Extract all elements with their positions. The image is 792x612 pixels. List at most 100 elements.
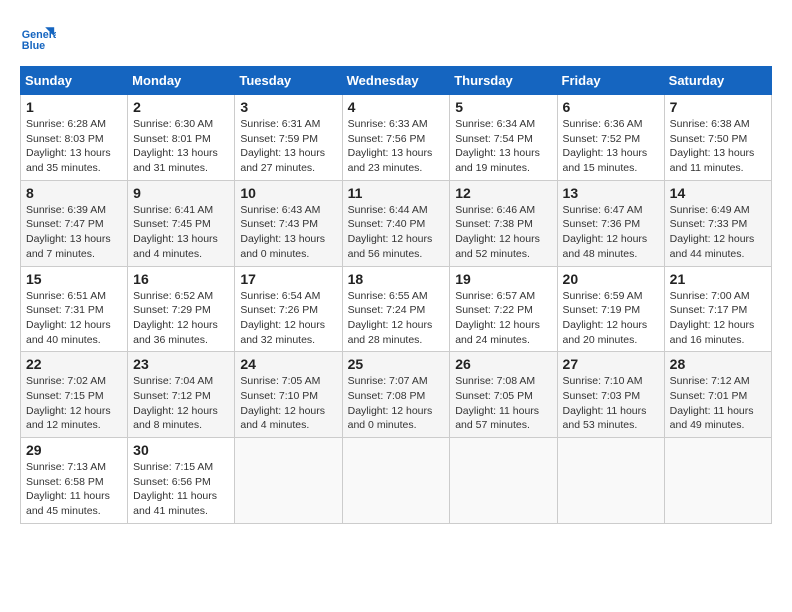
logo: General Blue [20,20,62,56]
day-number: 14 [670,185,766,201]
calendar-cell: 4 Sunrise: 6:33 AM Sunset: 7:56 PM Dayli… [342,95,450,181]
logo-icon: General Blue [20,20,56,56]
day-number: 13 [563,185,659,201]
day-info: Sunrise: 7:15 AM Sunset: 6:56 PM Dayligh… [133,460,229,519]
calendar-cell: 24 Sunrise: 7:05 AM Sunset: 7:10 PM Dayl… [235,352,342,438]
day-number: 8 [26,185,122,201]
calendar-cell: 11 Sunrise: 6:44 AM Sunset: 7:40 PM Dayl… [342,180,450,266]
day-number: 21 [670,271,766,287]
day-info: Sunrise: 6:38 AM Sunset: 7:50 PM Dayligh… [670,117,766,176]
day-number: 11 [348,185,445,201]
weekday-header-friday: Friday [557,67,664,95]
calendar-cell: 9 Sunrise: 6:41 AM Sunset: 7:45 PM Dayli… [128,180,235,266]
calendar-cell: 22 Sunrise: 7:02 AM Sunset: 7:15 PM Dayl… [21,352,128,438]
day-number: 29 [26,442,122,458]
day-number: 5 [455,99,551,115]
day-info: Sunrise: 7:05 AM Sunset: 7:10 PM Dayligh… [240,374,336,433]
day-number: 9 [133,185,229,201]
day-info: Sunrise: 6:28 AM Sunset: 8:03 PM Dayligh… [26,117,122,176]
calendar-cell: 26 Sunrise: 7:08 AM Sunset: 7:05 PM Dayl… [450,352,557,438]
calendar-cell: 5 Sunrise: 6:34 AM Sunset: 7:54 PM Dayli… [450,95,557,181]
day-info: Sunrise: 6:39 AM Sunset: 7:47 PM Dayligh… [26,203,122,262]
calendar-cell: 30 Sunrise: 7:15 AM Sunset: 6:56 PM Dayl… [128,438,235,524]
day-info: Sunrise: 6:36 AM Sunset: 7:52 PM Dayligh… [563,117,659,176]
day-info: Sunrise: 6:51 AM Sunset: 7:31 PM Dayligh… [26,289,122,348]
day-info: Sunrise: 6:44 AM Sunset: 7:40 PM Dayligh… [348,203,445,262]
calendar-cell: 2 Sunrise: 6:30 AM Sunset: 8:01 PM Dayli… [128,95,235,181]
calendar-cell: 20 Sunrise: 6:59 AM Sunset: 7:19 PM Dayl… [557,266,664,352]
day-info: Sunrise: 7:12 AM Sunset: 7:01 PM Dayligh… [670,374,766,433]
day-number: 2 [133,99,229,115]
calendar-cell: 12 Sunrise: 6:46 AM Sunset: 7:38 PM Dayl… [450,180,557,266]
calendar-cell: 18 Sunrise: 6:55 AM Sunset: 7:24 PM Dayl… [342,266,450,352]
day-number: 19 [455,271,551,287]
day-info: Sunrise: 7:00 AM Sunset: 7:17 PM Dayligh… [670,289,766,348]
day-number: 24 [240,356,336,372]
day-info: Sunrise: 6:31 AM Sunset: 7:59 PM Dayligh… [240,117,336,176]
day-info: Sunrise: 6:55 AM Sunset: 7:24 PM Dayligh… [348,289,445,348]
day-number: 23 [133,356,229,372]
day-number: 4 [348,99,445,115]
day-info: Sunrise: 7:04 AM Sunset: 7:12 PM Dayligh… [133,374,229,433]
day-info: Sunrise: 7:13 AM Sunset: 6:58 PM Dayligh… [26,460,122,519]
day-info: Sunrise: 6:49 AM Sunset: 7:33 PM Dayligh… [670,203,766,262]
calendar-cell: 25 Sunrise: 7:07 AM Sunset: 7:08 PM Dayl… [342,352,450,438]
day-number: 1 [26,99,122,115]
calendar-cell: 17 Sunrise: 6:54 AM Sunset: 7:26 PM Dayl… [235,266,342,352]
calendar-cell: 15 Sunrise: 6:51 AM Sunset: 7:31 PM Dayl… [21,266,128,352]
calendar-cell: 13 Sunrise: 6:47 AM Sunset: 7:36 PM Dayl… [557,180,664,266]
calendar-cell: 8 Sunrise: 6:39 AM Sunset: 7:47 PM Dayli… [21,180,128,266]
page-header: General Blue [20,20,772,56]
calendar-cell: 14 Sunrise: 6:49 AM Sunset: 7:33 PM Dayl… [664,180,771,266]
day-info: Sunrise: 6:33 AM Sunset: 7:56 PM Dayligh… [348,117,445,176]
calendar-cell [557,438,664,524]
day-number: 12 [455,185,551,201]
weekday-header-thursday: Thursday [450,67,557,95]
svg-text:Blue: Blue [22,40,45,52]
day-number: 10 [240,185,336,201]
calendar-cell: 16 Sunrise: 6:52 AM Sunset: 7:29 PM Dayl… [128,266,235,352]
day-info: Sunrise: 6:52 AM Sunset: 7:29 PM Dayligh… [133,289,229,348]
weekday-header-tuesday: Tuesday [235,67,342,95]
day-info: Sunrise: 6:54 AM Sunset: 7:26 PM Dayligh… [240,289,336,348]
calendar-cell: 19 Sunrise: 6:57 AM Sunset: 7:22 PM Dayl… [450,266,557,352]
day-number: 17 [240,271,336,287]
day-info: Sunrise: 7:02 AM Sunset: 7:15 PM Dayligh… [26,374,122,433]
calendar-cell: 21 Sunrise: 7:00 AM Sunset: 7:17 PM Dayl… [664,266,771,352]
day-info: Sunrise: 6:59 AM Sunset: 7:19 PM Dayligh… [563,289,659,348]
day-info: Sunrise: 7:07 AM Sunset: 7:08 PM Dayligh… [348,374,445,433]
calendar-cell: 29 Sunrise: 7:13 AM Sunset: 6:58 PM Dayl… [21,438,128,524]
weekday-header-sunday: Sunday [21,67,128,95]
day-info: Sunrise: 6:34 AM Sunset: 7:54 PM Dayligh… [455,117,551,176]
day-number: 22 [26,356,122,372]
day-number: 25 [348,356,445,372]
day-number: 18 [348,271,445,287]
day-number: 6 [563,99,659,115]
weekday-header-saturday: Saturday [664,67,771,95]
day-info: Sunrise: 6:41 AM Sunset: 7:45 PM Dayligh… [133,203,229,262]
calendar-cell [342,438,450,524]
day-number: 26 [455,356,551,372]
weekday-header-monday: Monday [128,67,235,95]
calendar-table: SundayMondayTuesdayWednesdayThursdayFrid… [20,66,772,524]
calendar-cell: 7 Sunrise: 6:38 AM Sunset: 7:50 PM Dayli… [664,95,771,181]
day-number: 27 [563,356,659,372]
calendar-cell: 28 Sunrise: 7:12 AM Sunset: 7:01 PM Dayl… [664,352,771,438]
calendar-cell [450,438,557,524]
calendar-cell: 27 Sunrise: 7:10 AM Sunset: 7:03 PM Dayl… [557,352,664,438]
day-info: Sunrise: 6:57 AM Sunset: 7:22 PM Dayligh… [455,289,551,348]
calendar-cell: 1 Sunrise: 6:28 AM Sunset: 8:03 PM Dayli… [21,95,128,181]
calendar-cell: 3 Sunrise: 6:31 AM Sunset: 7:59 PM Dayli… [235,95,342,181]
calendar-cell: 6 Sunrise: 6:36 AM Sunset: 7:52 PM Dayli… [557,95,664,181]
day-number: 16 [133,271,229,287]
weekday-header-wednesday: Wednesday [342,67,450,95]
calendar-cell: 23 Sunrise: 7:04 AM Sunset: 7:12 PM Dayl… [128,352,235,438]
day-number: 15 [26,271,122,287]
day-number: 28 [670,356,766,372]
calendar-cell [235,438,342,524]
day-number: 20 [563,271,659,287]
day-info: Sunrise: 7:08 AM Sunset: 7:05 PM Dayligh… [455,374,551,433]
day-number: 7 [670,99,766,115]
day-number: 3 [240,99,336,115]
calendar-cell: 10 Sunrise: 6:43 AM Sunset: 7:43 PM Dayl… [235,180,342,266]
